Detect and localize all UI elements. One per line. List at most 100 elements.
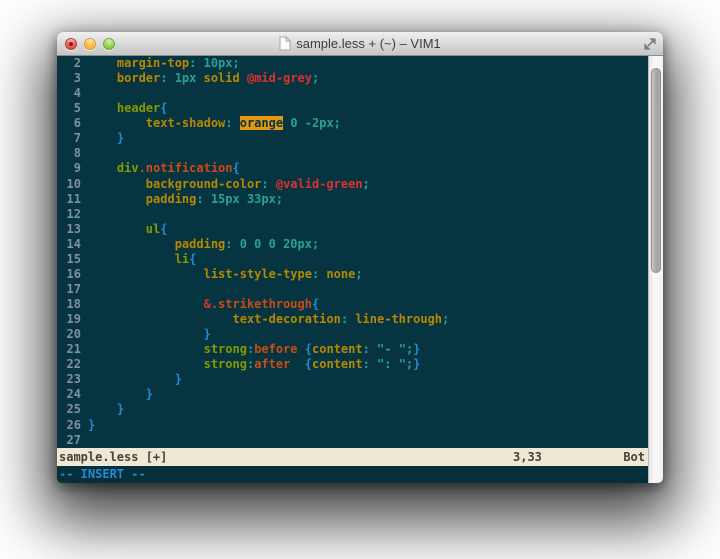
token-green: div bbox=[88, 161, 139, 175]
token-green: strong bbox=[88, 357, 247, 371]
token-gold: solid bbox=[204, 71, 240, 85]
line-number: 27 bbox=[57, 433, 81, 448]
code-text: text-shadow: orange 0 -2px; bbox=[88, 116, 341, 131]
code-line: 13 ul{ bbox=[57, 222, 648, 237]
scrollbar-thumb[interactable] bbox=[651, 68, 661, 273]
token-teal: : 1px bbox=[160, 71, 203, 85]
search-highlight: orange bbox=[240, 116, 283, 130]
vim-body: 2 margin-top: 10px;3 border: 1px solid @… bbox=[57, 56, 663, 483]
code-text: } bbox=[88, 372, 182, 387]
code-line: 23 } bbox=[57, 372, 648, 387]
title-bar[interactable]: sample.less + (~) – VIM1 bbox=[57, 32, 663, 56]
statusline-filename: sample.less [+] bbox=[59, 448, 167, 466]
token-blue: { bbox=[305, 357, 312, 371]
code-line: 20 } bbox=[57, 327, 648, 342]
code-line: 8 bbox=[57, 146, 648, 161]
code-text: strong:before {content: "- ";} bbox=[88, 342, 420, 357]
window-title: sample.less + (~) – VIM1 bbox=[296, 36, 441, 51]
token-green: strong bbox=[88, 342, 247, 356]
zoom-button[interactable] bbox=[103, 38, 115, 50]
line-number: 26 bbox=[57, 418, 81, 433]
code-text: padding: 15px 33px; bbox=[88, 192, 283, 207]
token-teal: : bbox=[225, 116, 239, 130]
code-line: 6 text-shadow: orange 0 -2px; bbox=[57, 116, 648, 131]
code-text: li{ bbox=[88, 252, 196, 267]
token-green: li bbox=[88, 252, 189, 266]
token-gold: none bbox=[326, 267, 355, 281]
token-teal bbox=[298, 342, 305, 356]
code-line: 3 border: 1px solid @mid-grey; bbox=[57, 71, 648, 86]
code-editor[interactable]: 2 margin-top: 10px;3 border: 1px solid @… bbox=[57, 56, 648, 448]
line-number: 15 bbox=[57, 252, 81, 267]
line-number: 19 bbox=[57, 312, 81, 327]
line-number: 14 bbox=[57, 237, 81, 252]
token-blue: } bbox=[88, 327, 211, 341]
line-number: 12 bbox=[57, 207, 81, 222]
code-line: 10 background-color: @valid-green; bbox=[57, 177, 648, 192]
token-gold: padding bbox=[88, 192, 196, 206]
code-text: } bbox=[88, 418, 95, 433]
code-line: 14 padding: 0 0 0 20px; bbox=[57, 237, 648, 252]
token-blue: { bbox=[189, 252, 196, 266]
code-text: padding: 0 0 0 20px; bbox=[88, 237, 319, 252]
token-teal: : 10px; bbox=[189, 56, 240, 70]
line-number: 3 bbox=[57, 71, 81, 86]
token-blue: } bbox=[88, 387, 153, 401]
line-number: 2 bbox=[57, 56, 81, 71]
code-text: text-decoration: line-through; bbox=[88, 312, 449, 327]
line-number: 16 bbox=[57, 267, 81, 282]
vim-main: 2 margin-top: 10px;3 border: 1px solid @… bbox=[57, 56, 648, 483]
code-line: 18 &.strikethrough{ bbox=[57, 297, 648, 312]
minimize-button[interactable] bbox=[84, 38, 96, 50]
token-teal: : bbox=[261, 177, 275, 191]
token-blue: } bbox=[413, 357, 420, 371]
token-red: & bbox=[88, 297, 211, 311]
line-number: 21 bbox=[57, 342, 81, 357]
statusline-scroll-position: Bot bbox=[623, 448, 645, 466]
code-line: 9 div.notification{ bbox=[57, 161, 648, 176]
fullscreen-icon[interactable] bbox=[643, 37, 657, 51]
token-gold: padding bbox=[88, 237, 225, 251]
line-number: 18 bbox=[57, 297, 81, 312]
token-orange: .strikethrough bbox=[211, 297, 312, 311]
code-line: 11 padding: 15px 33px; bbox=[57, 192, 648, 207]
vim-command-line: -- INSERT -- bbox=[57, 466, 648, 483]
code-line: 22 strong:after {content: ": ";} bbox=[57, 357, 648, 372]
token-teal: : 15px 33px; bbox=[196, 192, 283, 206]
code-line: 26} bbox=[57, 418, 648, 433]
macvim-window: sample.less + (~) – VIM1 2 margin-top: 1… bbox=[57, 32, 663, 483]
token-teal: : "- "; bbox=[363, 342, 414, 356]
token-teal: ; bbox=[312, 71, 319, 85]
line-number: 20 bbox=[57, 327, 81, 342]
token-teal: : ": "; bbox=[363, 357, 414, 371]
token-blue: } bbox=[413, 342, 420, 356]
code-text: } bbox=[88, 131, 124, 146]
statusline-ruler: 3,33 bbox=[513, 448, 542, 466]
line-number: 5 bbox=[57, 101, 81, 116]
code-line: 16 list-style-type: none; bbox=[57, 267, 648, 282]
close-button[interactable] bbox=[65, 38, 77, 50]
token-teal: : 0 0 0 20px; bbox=[225, 237, 319, 251]
token-teal: 0 -2px; bbox=[283, 116, 341, 130]
line-number: 11 bbox=[57, 192, 81, 207]
scrollbar-track[interactable] bbox=[648, 56, 663, 483]
line-number: 9 bbox=[57, 161, 81, 176]
code-line: 7 } bbox=[57, 131, 648, 146]
line-number: 13 bbox=[57, 222, 81, 237]
token-gold: content bbox=[312, 342, 363, 356]
token-blue: { bbox=[160, 222, 167, 236]
line-number: 4 bbox=[57, 86, 81, 101]
mode-indicator: -- INSERT -- bbox=[59, 467, 146, 481]
token-green: ul bbox=[88, 222, 160, 236]
code-text: header{ bbox=[88, 101, 167, 116]
line-number: 6 bbox=[57, 116, 81, 131]
desktop: sample.less + (~) – VIM1 2 margin-top: 1… bbox=[0, 0, 720, 559]
code-text: &.strikethrough{ bbox=[88, 297, 319, 312]
code-line: 12 bbox=[57, 207, 648, 222]
code-text: strong:after {content: ": ";} bbox=[88, 357, 420, 372]
token-blue: } bbox=[88, 418, 95, 432]
code-line: 21 strong:before {content: "- ";} bbox=[57, 342, 648, 357]
token-gold: text-decoration bbox=[88, 312, 341, 326]
token-blue: { bbox=[305, 342, 312, 356]
token-blue: { bbox=[312, 297, 319, 311]
